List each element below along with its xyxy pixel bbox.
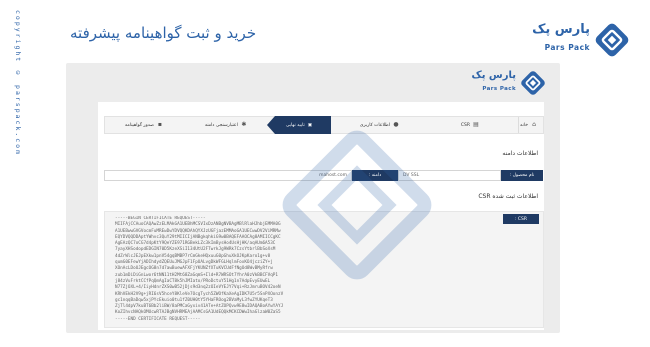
step-home[interactable]: خانه ⌂ <box>520 117 537 133</box>
step-label-csr: CSR <box>460 122 470 128</box>
step-csr[interactable]: CSR ▤ <box>461 117 479 133</box>
step-label-issue-certificate: صدور گواهینامه <box>125 122 154 128</box>
domain-section-title: اطلاعات دامنه <box>502 150 538 157</box>
domain-name-field[interactable]: mahost.com <box>104 170 352 181</box>
step-domain-validation[interactable]: اعتبارسنجی دامنه ✱ <box>205 117 247 133</box>
lock-icon: ▪ <box>157 121 162 128</box>
gear-icon: ✱ <box>241 121 247 128</box>
csr-textarea[interactable]: -----BEGIN CERTIFICATE REQUEST----- MIIF… <box>115 216 425 324</box>
order-steps: خانه ⌂ CSR ▤ اطلاعات کاربری ● تایید نهای… <box>104 116 544 134</box>
step-issue-certificate[interactable]: صدور گواهینامه ▪ <box>125 117 163 133</box>
csr-label: CSR : <box>503 214 539 224</box>
csr-panel: -----BEGIN CERTIFICATE REQUEST----- MIIF… <box>104 211 544 328</box>
card-brand-logo[interactable]: پارس پک Pars Pack <box>451 70 546 100</box>
step-divider <box>511 117 519 133</box>
parspack-logo-icon <box>595 23 629 57</box>
document-icon: ▤ <box>473 121 479 128</box>
page-title: خرید و ثبت گواهینامه پیشرفته <box>70 24 257 42</box>
step-label-final-confirm: تایید نهایی <box>286 122 305 128</box>
step-final-confirm[interactable]: تایید نهایی ▣ <box>267 116 331 134</box>
brand-logo[interactable]: پارس پک Pars Pack <box>520 22 630 62</box>
card-parspack-logo-icon <box>521 71 545 95</box>
step-label-domain-validation: اعتبارسنجی دامنه <box>205 122 238 128</box>
brand-name-en: Pars Pack <box>544 43 590 52</box>
card-brand-name-en: Pars Pack <box>482 86 516 92</box>
copyright-text: copyright © parspack.com <box>14 10 22 157</box>
step-label-user-info: اطلاعات کاربری <box>359 122 390 128</box>
clipboard-icon: ▣ <box>307 122 312 128</box>
home-icon: ⌂ <box>532 121 536 128</box>
product-name-field[interactable]: DV SSL <box>398 170 501 181</box>
brand-name-fa: پارس پک <box>532 22 590 37</box>
product-name-label: نام محصول : <box>501 170 543 181</box>
step-label-home: خانه <box>520 122 528 128</box>
step-user-info[interactable]: اطلاعات کاربری ● <box>360 117 399 133</box>
csr-section-title: اطلاعات ثبت شده CSR <box>478 193 538 200</box>
card-brand-name-fa: پارس پک <box>471 70 516 81</box>
domain-label: دامنه : <box>352 170 398 181</box>
user-icon: ● <box>393 121 399 128</box>
